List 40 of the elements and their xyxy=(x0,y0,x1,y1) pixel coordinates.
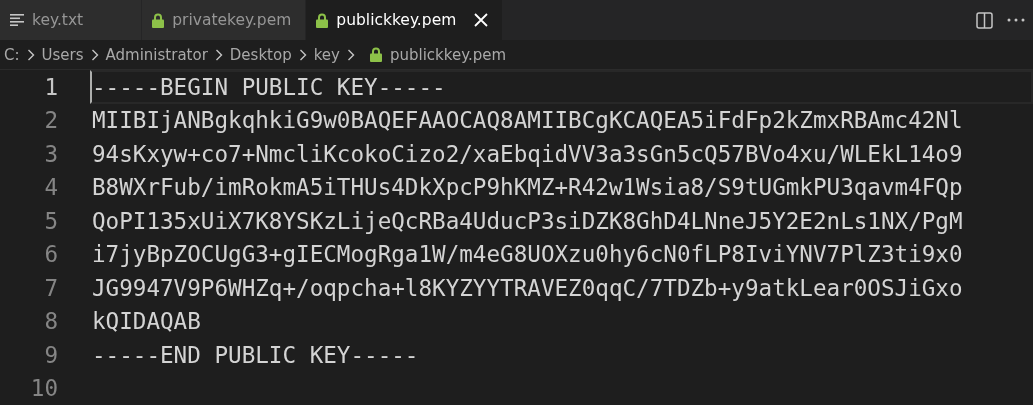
breadcrumb-item[interactable]: Administrator xyxy=(105,45,208,64)
editor-tab[interactable]: key.txt xyxy=(0,0,143,40)
chevron-right-icon xyxy=(346,48,355,61)
chevron-right-icon xyxy=(298,48,307,61)
breadcrumb-item[interactable]: C: xyxy=(4,45,20,64)
lock-icon xyxy=(316,12,329,28)
line-number: 3 xyxy=(43,140,58,167)
breadcrumb-item[interactable]: publickkey.pem xyxy=(389,45,507,64)
chevron-right-icon xyxy=(90,48,99,61)
code-line: B8WXrFub/imRokmA5iTHUs4DkXpcP9hKMZ+R42w1Wsia8/S9tUGmkPU3qavm4FQp xyxy=(92,174,963,201)
more-actions-icon[interactable] xyxy=(1007,18,1025,22)
line-number: 8 xyxy=(43,308,58,335)
code-line: 94sKxyw+co7+NmcliKcokoCizo2/xaEbqidVV3a3sGn5cQ57BVo4xu/WLEkL14o9 xyxy=(92,140,963,167)
line-number: 1 xyxy=(43,73,58,100)
editor-tab[interactable]: privatekey.pem xyxy=(142,0,307,40)
line-number: 5 xyxy=(43,207,58,234)
code-line: -----BEGIN PUBLIC KEY----- xyxy=(92,73,446,100)
code-line: MIIBIjANBgkqhkiG9w0BAQEFAAOCAQ8AMIIBCgKCAQEA5iFdFp2kZmxRBAmc42Nl xyxy=(92,107,963,134)
lock-icon xyxy=(152,12,165,28)
chevron-right-icon xyxy=(26,48,35,61)
close-icon[interactable] xyxy=(474,13,489,27)
chevron-right-icon xyxy=(214,48,223,61)
code-line: i7jyBpZOCUgG3+gIECMogRga1W/m4eG8UOXzu0hy6cN0fLP8IviYNV7PlZ3ti9x0 xyxy=(92,241,963,268)
breadcrumb-item[interactable]: Users xyxy=(41,45,84,64)
code-line: QoPI135xUiX7K8YSKzLijeQcRBa4UducP3siDZK8GhD4LNneJ5Y2E2nLs1NX/PgM xyxy=(92,207,963,234)
code-line: kQIDAQAB xyxy=(92,308,201,335)
breadcrumb-item[interactable]: key xyxy=(313,45,340,64)
split-editor-icon[interactable] xyxy=(976,11,993,29)
editor-tab[interactable]: publickkey.pem xyxy=(306,0,504,40)
lock-icon xyxy=(369,47,382,62)
code-line: JG9947V9P6WHZq+/oqpcha+l8KYZYYTRAVEZ0qqC/7TDZb+y9atkLear0OSJiGxo xyxy=(92,274,963,301)
line-number: 10 xyxy=(29,375,58,402)
line-number: 4 xyxy=(43,174,58,201)
line-number: 6 xyxy=(43,241,58,268)
breadcrumb-item[interactable]: Desktop xyxy=(229,45,292,64)
line-number: 7 xyxy=(43,274,58,301)
text-file-icon xyxy=(10,14,24,26)
line-number: 2 xyxy=(43,107,58,134)
code-line: -----END PUBLIC KEY----- xyxy=(92,341,419,368)
line-number: 9 xyxy=(43,341,58,368)
